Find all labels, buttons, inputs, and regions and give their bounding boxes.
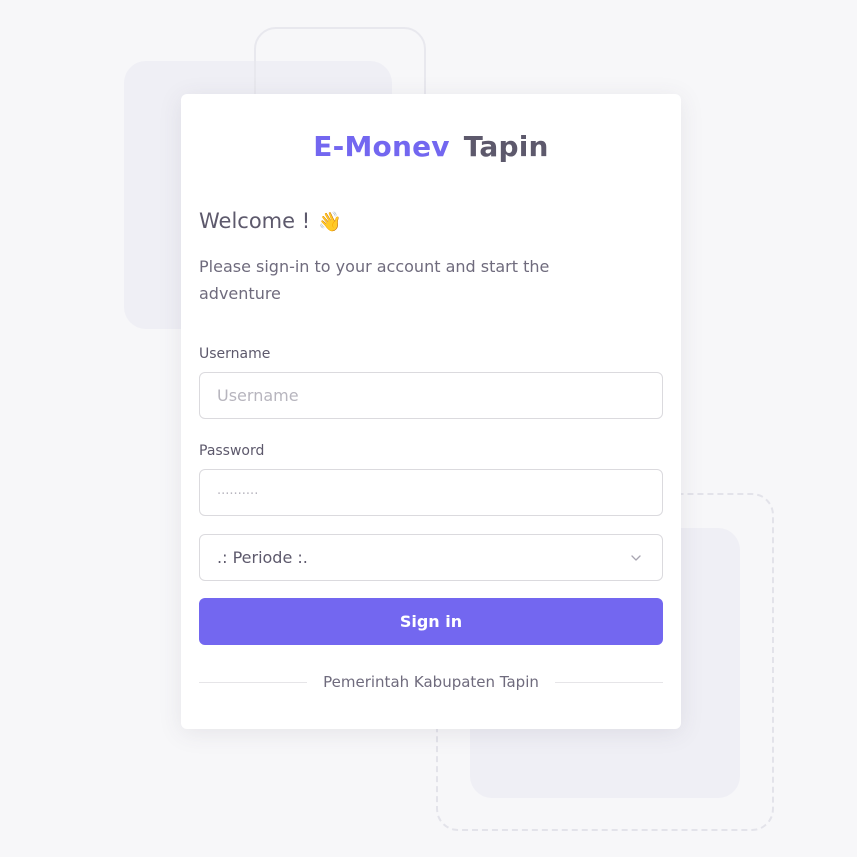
periode-select[interactable]: .: Periode :. [199, 534, 663, 581]
password-input[interactable] [199, 469, 663, 516]
brand-suffix: Tapin [463, 130, 549, 163]
username-label: Username [199, 346, 271, 362]
footer-divider: Pemerintah Kabupaten Tapin [199, 673, 664, 691]
welcome-heading: Welcome ! 👋 [199, 206, 663, 236]
app-logo: E-Monev Tapin [199, 130, 663, 164]
welcome-subtitle: Please sign-in to your account and start… [199, 257, 550, 303]
chevron-down-icon [631, 555, 641, 561]
login-page: E-Monev Tapin Welcome ! 👋 Please sign-in t… [0, 0, 857, 857]
footer-divider-text: Pemerintah Kabupaten Tapin [323, 673, 539, 691]
welcome-title: Welcome ! [199, 209, 311, 233]
sign-in-button[interactable]: Sign in [199, 598, 663, 645]
login-card: E-Monev Tapin Welcome ! 👋 Please sign-in t… [181, 94, 681, 729]
divider-line-right [554, 681, 664, 683]
periode-select-value: .: Periode :. [217, 548, 308, 567]
password-label: Password [199, 443, 265, 459]
username-input[interactable] [199, 372, 663, 419]
divider-line-left [199, 681, 308, 683]
waving-hand-icon: 👋 [318, 211, 342, 233]
brand-name: E-Monev [313, 130, 450, 163]
